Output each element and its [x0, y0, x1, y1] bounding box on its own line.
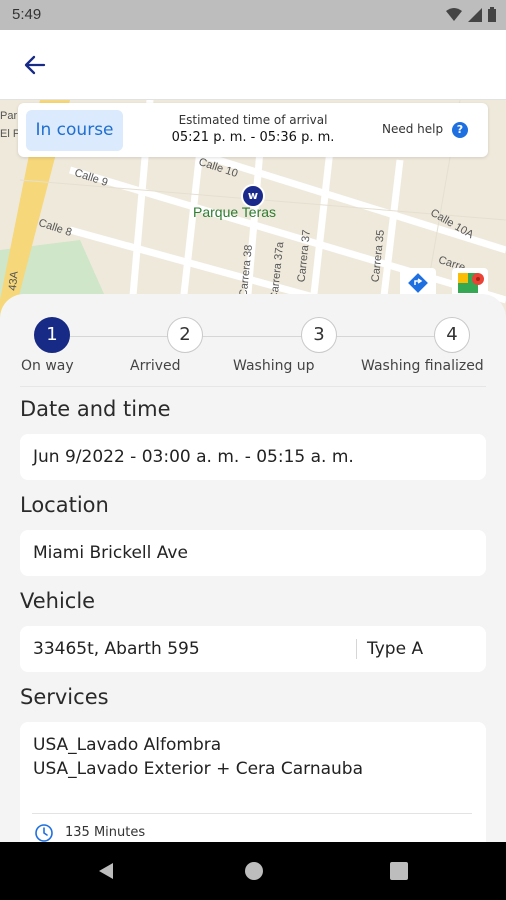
date-time-field: Jun 9/2022 - 03:00 a. m. - 05:15 a. m.: [20, 434, 486, 480]
services-title: Services: [20, 685, 109, 709]
location-title: Location: [20, 493, 109, 517]
battery-icon: [488, 7, 496, 22]
clock-icon: [35, 824, 53, 842]
location-value: Miami Brickell Ave: [33, 543, 188, 563]
service-duration: 135 Minutes: [65, 825, 146, 840]
step-2-indicator: 2: [167, 317, 203, 353]
arrow-left-icon: [24, 55, 46, 75]
step-2-label: Arrived: [130, 358, 181, 374]
step-3-label: Washing up: [233, 358, 315, 374]
service-item: USA_Lavado Alfombra: [33, 735, 222, 755]
location-field: Miami Brickell Ave: [20, 530, 486, 576]
app-bar: [0, 30, 506, 100]
step-1-indicator: 1: [34, 317, 70, 353]
vehicle-type: Type A: [367, 639, 424, 659]
question-icon: ?: [452, 122, 468, 138]
service-item: USA_Lavado Exterior + Cera Carnauba: [33, 759, 364, 779]
status-bar: 5:49: [0, 0, 506, 30]
signal-icon: [468, 7, 482, 22]
map-park-label: Parque Teras: [193, 204, 277, 220]
date-time-title: Date and time: [20, 397, 171, 421]
status-time: 5:49: [12, 6, 42, 23]
vehicle-title: Vehicle: [20, 589, 96, 613]
divider: [20, 386, 486, 387]
location-pin-icon[interactable]: w: [241, 184, 265, 208]
step-4-label: Washing finalized: [361, 358, 484, 374]
nav-recents-icon[interactable]: [390, 862, 408, 880]
step-4-indicator: 4: [434, 317, 470, 353]
services-divider: [32, 813, 472, 814]
nav-home-icon[interactable]: [244, 861, 264, 881]
eta-value: 05:21 p. m. - 05:36 p. m.: [171, 130, 335, 145]
back-button[interactable]: [20, 50, 50, 80]
status-icons: [446, 7, 496, 22]
step-1-label: On way: [21, 358, 74, 374]
need-help-label: Need help: [382, 122, 444, 136]
map-label-corner-1: Par: [0, 110, 18, 122]
eta-label: Estimated time of arrival: [178, 113, 328, 127]
vehicle-divider: [356, 639, 357, 659]
system-nav-bar: [0, 842, 506, 900]
map-label-road-1: 43A: [6, 270, 21, 292]
status-info-bar: In course Estimated time of arrival 05:2…: [18, 103, 488, 157]
services-card: USA_Lavado Alfombra USA_Lavado Exterior …: [20, 722, 486, 842]
date-time-value: Jun 9/2022 - 03:00 a. m. - 05:15 a. m.: [33, 447, 354, 467]
status-badge: In course: [26, 110, 123, 151]
need-help-button[interactable]: Need help ?: [368, 109, 482, 151]
progress-line: [52, 336, 452, 337]
step-3-indicator: 3: [301, 317, 337, 353]
eta-block: Estimated time of arrival 05:21 p. m. - …: [163, 113, 343, 145]
detail-sheet[interactable]: 1 2 3 4 On way Arrived Washing up Washin…: [0, 294, 506, 842]
vehicle-field: 33465t, Abarth 595 Type A: [20, 626, 486, 672]
wifi-icon: [446, 7, 462, 21]
vehicle-value: 33465t, Abarth 595: [33, 639, 200, 659]
nav-back-icon[interactable]: [96, 861, 116, 881]
